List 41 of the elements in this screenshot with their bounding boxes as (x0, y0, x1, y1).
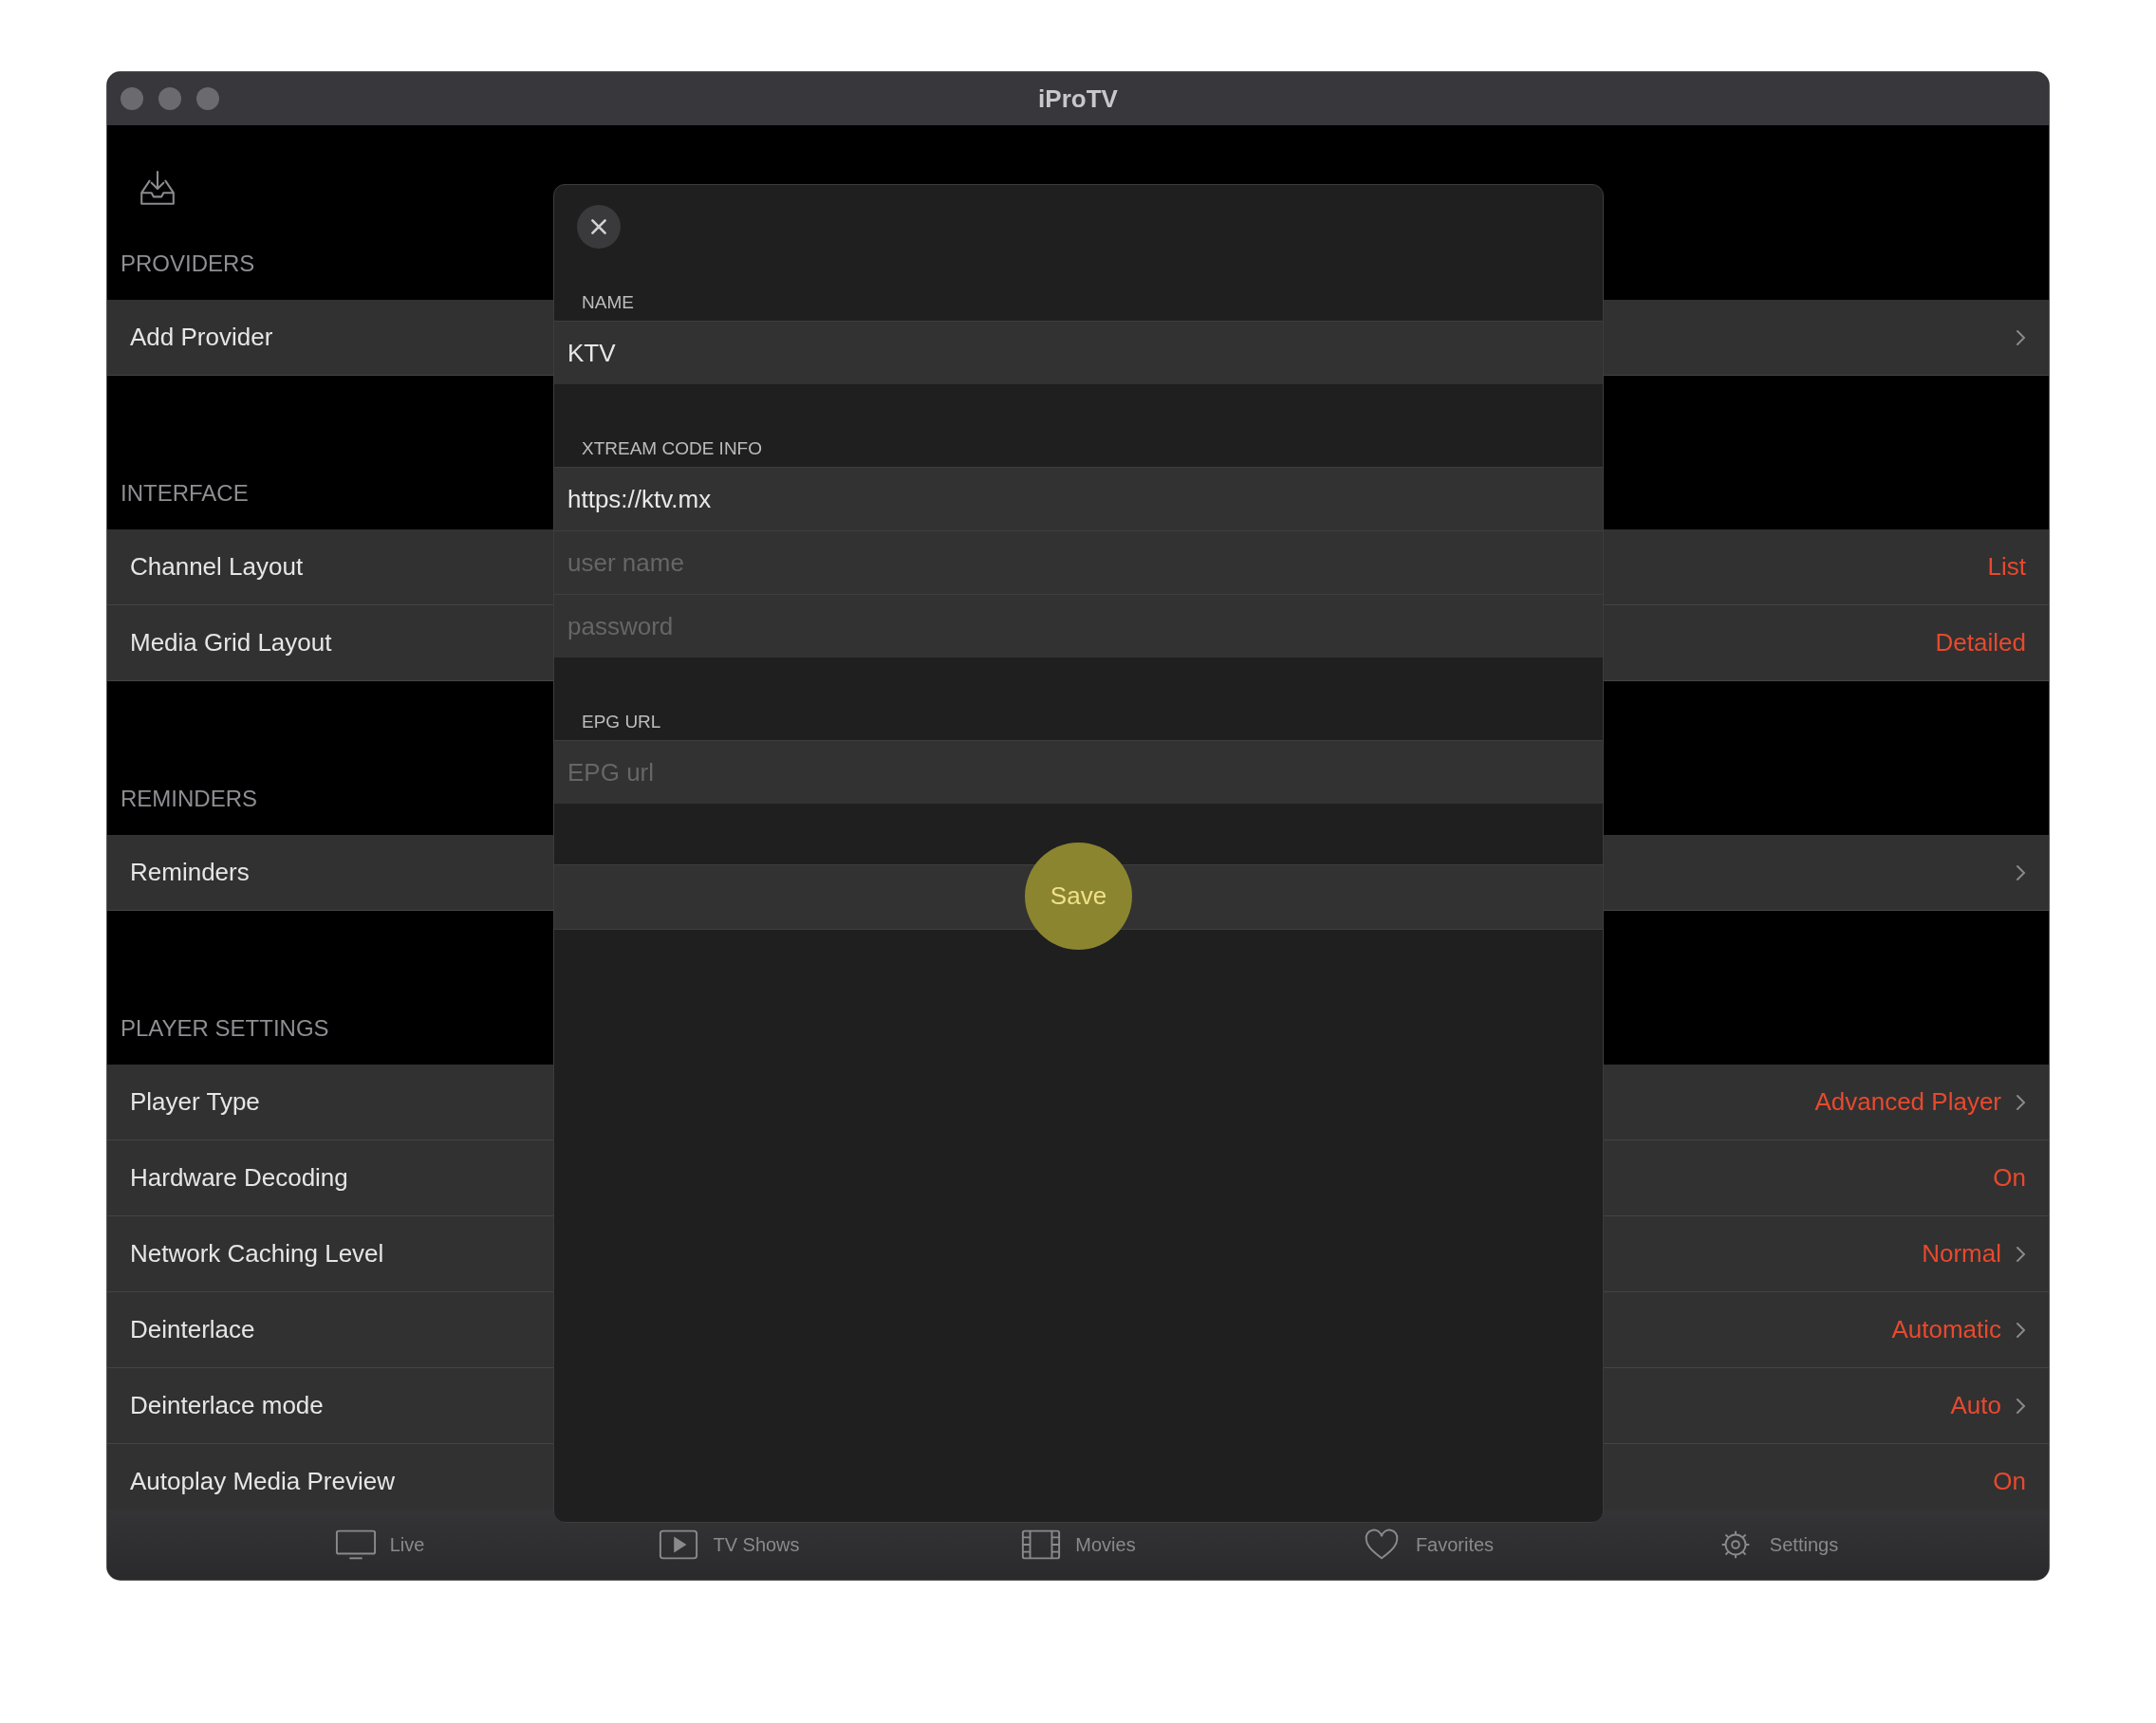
row-value: On (1993, 1163, 2026, 1193)
tab-item[interactable]: Favorites (1253, 1528, 1602, 1561)
play-icon (658, 1528, 700, 1561)
section-header: INTERFACE (121, 480, 249, 507)
row-value: List (1987, 552, 2026, 582)
row-value: On (1993, 1467, 2026, 1496)
row-value: Normal (1922, 1239, 2001, 1269)
tab-item[interactable]: Settings (1602, 1528, 1951, 1561)
minimize-window-button[interactable] (158, 87, 181, 110)
row-label: Hardware Decoding (130, 1163, 348, 1193)
input-field[interactable]: https://ktv.mx (554, 467, 1603, 530)
field-group-label: NAME (581, 292, 635, 314)
zoom-window-button[interactable] (196, 87, 219, 110)
monitor-icon (334, 1528, 377, 1561)
field-group-label: EPG URL (581, 712, 662, 733)
row-label: Deinterlace mode (130, 1391, 324, 1420)
row-label: Add Provider (130, 323, 273, 352)
tab-item[interactable]: Movies (903, 1528, 1253, 1561)
row-label: Deinterlace (130, 1315, 255, 1344)
row-label: Autoplay Media Preview (130, 1467, 395, 1496)
row-label: Channel Layout (130, 552, 304, 582)
row-label: Media Grid Layout (130, 628, 332, 658)
row-label: Network Caching Level (130, 1239, 384, 1269)
input-field[interactable]: KTV (554, 321, 1603, 384)
tab-item[interactable]: TV Shows (554, 1528, 903, 1561)
row-value: Automatic (1891, 1315, 2001, 1344)
close-window-button[interactable] (121, 87, 143, 110)
section-header: PLAYER SETTINGS (121, 1015, 329, 1042)
field-group-label: XTREAM CODE INFO (581, 438, 763, 460)
row-label: Player Type (130, 1087, 260, 1117)
close-icon[interactable] (577, 205, 621, 249)
section-header: REMINDERS (121, 786, 257, 812)
film-icon (1020, 1528, 1063, 1561)
row-value: Advanced Player (1814, 1087, 2001, 1117)
tab-item[interactable]: Live (205, 1528, 554, 1561)
window-title: iProTV (1038, 83, 1118, 114)
save-button[interactable]: Save (1025, 843, 1132, 950)
section-header: PROVIDERS (121, 250, 255, 277)
row-value: Auto (1950, 1391, 2001, 1420)
row-value: Detailed (1935, 628, 2026, 658)
row-label: Reminders (130, 858, 250, 887)
